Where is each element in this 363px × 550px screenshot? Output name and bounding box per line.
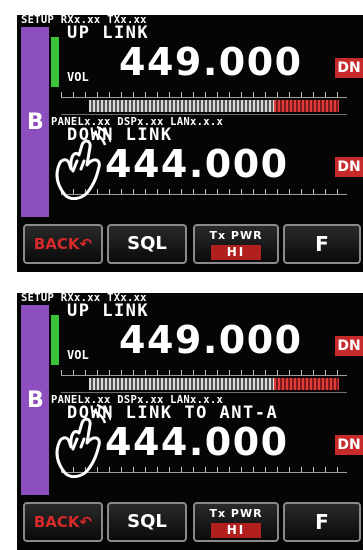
back-arrow-icon: ↶ <box>79 513 93 531</box>
vol-label: VOL <box>67 348 89 362</box>
downlink-frequency[interactable]: 444.000 <box>105 144 289 184</box>
uplink-frequency[interactable]: 449.000 <box>119 42 303 82</box>
back-label: BACK <box>33 513 80 531</box>
tx-power-title: Tx PWR <box>209 507 263 520</box>
band-letter: B <box>27 388 44 413</box>
dn-mode-badge-lower[interactable]: DN <box>335 435 363 455</box>
s-meter <box>89 378 339 390</box>
f-button[interactable]: F <box>283 224 361 264</box>
uplink-frequency[interactable]: 449.000 <box>119 320 303 360</box>
signal-bar <box>51 37 59 87</box>
touch-hand-icon <box>55 125 111 200</box>
dn-mode-badge-upper[interactable]: DN <box>335 336 363 356</box>
f-button[interactable]: F <box>283 502 361 542</box>
tx-power-button[interactable]: Tx PWR HI <box>193 224 279 264</box>
s-meter-peak <box>274 100 339 112</box>
dn-mode-badge-lower[interactable]: DN <box>335 157 363 177</box>
downlink-frequency[interactable]: 444.000 <box>105 422 289 462</box>
band-letter: B <box>27 110 44 135</box>
divider-line <box>61 114 347 115</box>
vol-label: VOL <box>67 70 89 84</box>
tx-power-value: HI <box>211 245 261 260</box>
divider-line <box>61 392 347 393</box>
back-button[interactable]: BACK↶ <box>23 502 103 542</box>
s-meter-peak <box>274 378 339 390</box>
back-button[interactable]: BACK↶ <box>23 224 103 264</box>
radio-display-screen-1: SETUP RXx.xx TXx.xx B UP LINK VOL 449.00… <box>17 15 363 272</box>
touch-hand-icon <box>55 403 111 478</box>
frequency-scale-upper <box>61 367 347 376</box>
sql-button[interactable]: SQL <box>107 224 187 264</box>
tx-power-button[interactable]: Tx PWR HI <box>193 502 279 542</box>
back-arrow-icon: ↶ <box>79 235 93 253</box>
tx-power-value: HI <box>211 523 261 538</box>
band-b-indicator[interactable]: B <box>21 305 49 495</box>
band-b-indicator[interactable]: B <box>21 27 49 217</box>
s-meter <box>89 100 339 112</box>
frequency-scale-upper <box>61 89 347 98</box>
tx-power-title: Tx PWR <box>209 229 263 242</box>
radio-display-screen-2: SETUP RXx.xx TXx.xx B UP LINK VOL 449.00… <box>17 293 363 550</box>
signal-bar <box>51 315 59 365</box>
dn-mode-badge-upper[interactable]: DN <box>335 58 363 78</box>
back-label: BACK <box>33 235 80 253</box>
sql-button[interactable]: SQL <box>107 502 187 542</box>
